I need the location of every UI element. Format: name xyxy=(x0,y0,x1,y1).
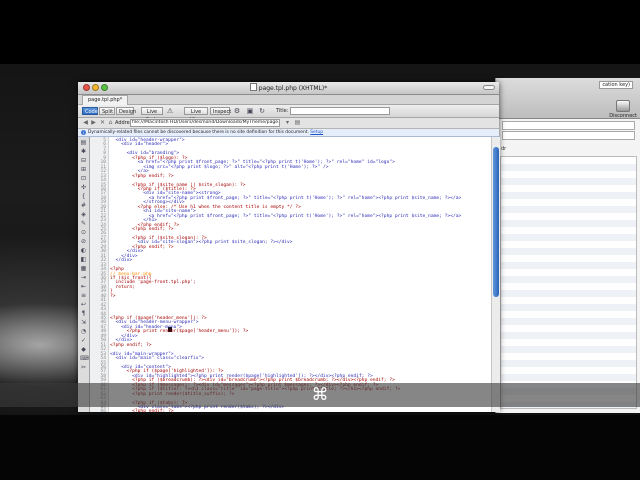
command-key-icon: ⌘ xyxy=(311,385,329,405)
stop-icon[interactable]: ✕ xyxy=(99,119,106,126)
word-wrap-icon[interactable]: ↩ xyxy=(80,301,87,308)
window-title-text: page.tpl.php (XHTML)* xyxy=(258,85,328,92)
disconnect-icon xyxy=(616,100,631,112)
split-view-button[interactable]: Split xyxy=(99,107,115,115)
background-window-list[interactable] xyxy=(500,156,637,409)
apply-comment-icon[interactable]: ⊙ xyxy=(80,229,87,236)
check-browser-compatibility-icon[interactable]: ⚠ xyxy=(166,107,174,115)
screen-bottom-band xyxy=(0,415,640,480)
live-code-button[interactable]: Live Code xyxy=(141,107,163,123)
document-toolbar: Code Split Design Live Code ⚠ Live View … xyxy=(78,105,499,123)
live-view-options-icon[interactable]: ⚙ xyxy=(233,107,241,115)
code-line[interactable]: ?> xyxy=(110,294,116,299)
remove-comment-icon[interactable]: ⊘ xyxy=(80,238,87,245)
code-line[interactable]: <a href="<?php print $front_page; ?>" ti… xyxy=(110,214,462,219)
document-tab-bar: page.tpl.php* xyxy=(78,95,499,105)
code-hints-icon[interactable]: ✓ xyxy=(80,337,87,344)
background-window-field[interactable] xyxy=(502,131,635,140)
live-view-button[interactable]: Live View xyxy=(184,107,208,123)
setup-link[interactable]: Setup xyxy=(310,130,323,135)
info-bar-text: Dynamically-related files cannot be disc… xyxy=(88,129,323,136)
outdent-code-icon[interactable]: ⇤ xyxy=(80,283,87,290)
line-number: 66 xyxy=(100,409,106,412)
live-code-toggle-icon[interactable]: ⌨ xyxy=(80,355,89,362)
title-input[interactable] xyxy=(290,107,390,115)
code-line[interactable]: <div id="header"> xyxy=(110,142,168,147)
document-tab[interactable]: page.tpl.php* xyxy=(82,95,129,105)
wrap-tag-icon[interactable]: ◐ xyxy=(80,247,87,254)
code-line[interactable]: </div> xyxy=(110,258,133,263)
hidden-characters-icon[interactable]: ¶ xyxy=(80,310,87,317)
background-window-field[interactable] xyxy=(502,121,635,130)
disconnect-button[interactable]: Disconnect xyxy=(609,100,637,119)
snippets-icon[interactable]: ✂ xyxy=(80,364,87,371)
multiscreen-icon[interactable]: ▣ xyxy=(246,107,254,115)
line-numbers-icon[interactable]: # xyxy=(80,202,87,209)
code-line[interactable]: <?php endif; ?> xyxy=(110,227,174,232)
info-icon: i xyxy=(81,130,86,135)
vertical-scrollbar[interactable] xyxy=(491,137,500,412)
collapse-full-tag-icon[interactable]: ⊟ xyxy=(80,157,87,164)
keystroke-overlay: ⌘ xyxy=(0,383,640,407)
syntax-error-alerts-icon[interactable]: ✎ xyxy=(80,220,87,227)
home-icon[interactable]: ⌂ xyxy=(107,119,114,126)
info-message: Dynamically-related files cannot be disc… xyxy=(88,130,309,135)
title-label: Title: xyxy=(276,108,289,114)
code-line[interactable]: <?php endif; ?> xyxy=(110,409,174,412)
toolbar-toggle-button[interactable] xyxy=(483,85,495,90)
background-window-text: dr xyxy=(501,146,507,152)
coding-toolbar: ▤ ✱ ⊟ ⊞ ⊡ ✣ { # ◈ ✎ ⊙ ⊘ ◐ ◧ ▦ ⇥ ⇤ ≡ ↩ ¶ … xyxy=(78,137,90,412)
recent-snippets-icon[interactable]: ◧ xyxy=(80,256,87,263)
background-window: cation key) Disconnect dr xyxy=(495,78,640,413)
background-window-hint: cation key) xyxy=(599,81,633,89)
info-bar: i Dynamically-related files cannot be di… xyxy=(78,129,499,137)
back-icon[interactable]: ◀ xyxy=(82,119,89,126)
background-window-toolbar: cation key) Disconnect xyxy=(496,78,640,119)
highlight-invalid-code-icon[interactable]: ◈ xyxy=(80,211,87,218)
inspect-button[interactable]: Inspect xyxy=(210,107,231,115)
forward-icon[interactable]: ▶ xyxy=(90,119,97,126)
format-source-code-icon[interactable]: ≡ xyxy=(80,292,87,299)
open-documents-icon[interactable]: ▤ xyxy=(80,139,87,146)
syntax-coloring-icon[interactable]: ◆ xyxy=(80,346,87,353)
balance-braces-icon[interactable]: { xyxy=(80,193,87,200)
screen-top-band xyxy=(0,0,640,64)
indent-code-icon[interactable]: ⇥ xyxy=(80,274,87,281)
related-files-icon[interactable]: ◔ xyxy=(80,328,87,335)
auto-indent-icon[interactable]: ⇲ xyxy=(80,319,87,326)
code-line[interactable]: <?php endif; ?> xyxy=(110,343,152,348)
address-input[interactable]: file:///Macintosh HD/Users/desmond/Downl… xyxy=(130,119,280,127)
select-parent-tag-icon[interactable]: ✣ xyxy=(80,184,87,191)
scrollbar-thumb[interactable] xyxy=(493,147,499,297)
move-css-icon[interactable]: ▦ xyxy=(80,265,87,272)
code-line[interactable]: return; xyxy=(110,285,135,290)
window-title: page.tpl.php (XHTML)* xyxy=(78,83,499,92)
code-line[interactable]: <div id="main" class="clearfix"> xyxy=(110,356,205,361)
disconnect-label: Disconnect xyxy=(609,113,637,119)
collapse-selection-icon[interactable]: ⊞ xyxy=(80,166,87,173)
title-bar[interactable]: page.tpl.php (XHTML)* xyxy=(78,82,499,95)
code-view-button[interactable]: Code xyxy=(82,107,98,115)
address-menu-icon[interactable]: ▾ xyxy=(284,119,291,126)
address-bar: ◀ ▶ ✕ ⌂ Address: file:///Macintosh HD/Us… xyxy=(78,118,499,129)
code-editor[interactable]: <div id="header-wrapper"> <div id="heade… xyxy=(110,137,490,412)
editor-window: page.tpl.php (XHTML)* page.tpl.php* Code… xyxy=(78,82,500,412)
design-view-button[interactable]: Design xyxy=(116,107,136,115)
show-code-navigator-icon[interactable]: ✱ xyxy=(80,148,87,155)
refresh-icon[interactable]: ↻ xyxy=(258,107,266,115)
expand-all-icon[interactable]: ⊡ xyxy=(80,175,87,182)
code-line[interactable]: <?php endif; ?> xyxy=(110,174,174,179)
line-number-gutter: 5 6 7 8 9 10 11 12 13 14 15 16 17 18 19 20 21 22 23 24 25 26 2… xyxy=(90,137,109,412)
document-icon xyxy=(249,83,257,91)
live-view-browser-icon[interactable]: ▤ xyxy=(294,119,301,126)
